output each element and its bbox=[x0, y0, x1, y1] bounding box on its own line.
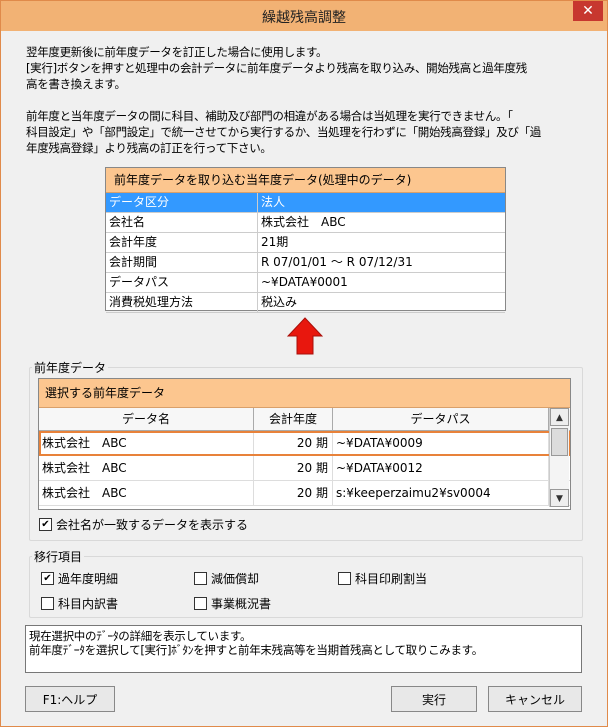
run-button[interactable]: 実行 bbox=[391, 686, 477, 712]
cell-name: 株式会社 ABC bbox=[39, 481, 254, 505]
row-value: 税込み bbox=[261, 295, 298, 309]
current-data-row[interactable]: 会社名 株式会社 ABC bbox=[106, 213, 505, 233]
scroll-down-icon[interactable]: ▼ bbox=[550, 489, 569, 507]
checkbox-label: 科目印刷割当 bbox=[355, 572, 428, 586]
close-icon[interactable]: ✕ bbox=[573, 1, 603, 21]
current-data-panel: 前年度データを取り込む当年度データ(処理中のデータ) データ区分 法人 会社名 … bbox=[105, 167, 506, 313]
cell-year: 20 期 bbox=[254, 431, 333, 455]
window-title: 繰越残高調整 bbox=[262, 10, 346, 26]
checkbox-label: 減価償却 bbox=[211, 572, 260, 586]
description-text: 翌年度更新後に前年度データを訂正した場合に使用します。 [実行]ボタンを押すと処… bbox=[26, 44, 591, 156]
status-line: 前年度ﾃﾞｰﾀを選択して[実行]ﾎﾞﾀﾝを押すと前年末残高等を当期首残高として取… bbox=[29, 643, 483, 657]
cell-name: 株式会社 ABC bbox=[39, 456, 254, 480]
row-value: 株式会社 ABC bbox=[261, 215, 346, 229]
checkbox-account-breakdown[interactable]: 科目内訳書 bbox=[41, 595, 118, 612]
dialog-window: 繰越残高調整 ✕ 翌年度更新後に前年度データを訂正した場合に使用します。 [実行… bbox=[0, 0, 608, 727]
checkbox-label: 科目内訳書 bbox=[58, 597, 119, 611]
current-data-header: 前年度データを取り込む当年度データ(処理中のデータ) bbox=[106, 168, 505, 193]
row-key: データパス bbox=[106, 273, 258, 292]
scroll-up-icon[interactable]: ▲ bbox=[550, 408, 569, 426]
description-line: [実行]ボタンを押すと処理中の会計データに前年度データより残高を取り込み、開始残… bbox=[26, 61, 527, 75]
checkbox-label: 会社名が一致するデータを表示する bbox=[56, 518, 249, 532]
previous-data-header: 選択する前年度データ bbox=[39, 379, 570, 408]
cell-path: s:¥keeperzaimu2¥sv0004 bbox=[333, 481, 549, 505]
cancel-button[interactable]: キャンセル bbox=[488, 686, 582, 712]
checkbox-business-overview[interactable]: 事業概況書 bbox=[194, 595, 271, 612]
checkbox-label: 事業概況書 bbox=[211, 597, 272, 611]
previous-data-table: 選択する前年度データ データ名 会計年度 データパス 株式会社 ABC 20 期… bbox=[38, 378, 571, 510]
description-line: 高を書き換えます。 bbox=[26, 77, 126, 91]
up-arrow-icon bbox=[287, 317, 323, 355]
row-value: ~¥DATA¥0001 bbox=[261, 275, 348, 289]
description-line: 翌年度更新後に前年度データを訂正した場合に使用します。 bbox=[26, 45, 328, 59]
table-row[interactable]: 株式会社 ABC 20 期 s:¥keeperzaimu2¥sv0004 bbox=[39, 481, 570, 506]
cell-year: 20 期 bbox=[254, 456, 333, 480]
checkbox-prior-year-detail[interactable]: ✔ 過年度明細 bbox=[41, 570, 118, 587]
table-row[interactable]: 株式会社 ABC 20 期 ~¥DATA¥0012 bbox=[39, 456, 570, 481]
row-key: 消費税処理方法 bbox=[106, 293, 258, 312]
check-icon[interactable]: ✔ bbox=[39, 518, 52, 531]
row-key: 会計年度 bbox=[106, 233, 258, 252]
cell-path: ~¥DATA¥0009 bbox=[333, 431, 549, 455]
row-key: 会計期間 bbox=[106, 253, 258, 272]
checkbox-depreciation[interactable]: 減価償却 bbox=[194, 570, 259, 587]
current-data-row[interactable]: 会計年度 21期 bbox=[106, 233, 505, 253]
current-data-row[interactable]: 会計期間 R 07/01/01 ～ R 07/12/31 bbox=[106, 253, 505, 273]
checkbox-label: 過年度明細 bbox=[58, 572, 119, 586]
scroll-thumb[interactable] bbox=[551, 428, 568, 456]
current-data-row[interactable]: データパス ~¥DATA¥0001 bbox=[106, 273, 505, 293]
table-header: データ名 会計年度 データパス bbox=[39, 408, 570, 431]
row-key: 会社名 bbox=[106, 213, 258, 232]
row-key: データ区分 bbox=[106, 193, 258, 212]
checkbox-box[interactable] bbox=[194, 597, 207, 610]
table-row[interactable]: 株式会社 ABC 20 期 ~¥DATA¥0009 bbox=[39, 431, 570, 456]
current-data-row[interactable]: データ区分 法人 bbox=[106, 193, 505, 213]
column-header-name[interactable]: データ名 bbox=[39, 408, 254, 430]
status-message-box: 現在選択中のﾃﾞｰﾀの詳細を表示しています。 前年度ﾃﾞｰﾀを選択して[実行]ﾎ… bbox=[25, 625, 582, 673]
description-line: 前年度と当年度データの間に科目、補助及び部門の相違がある場合は当処理を実行できま… bbox=[26, 109, 513, 123]
checkbox-account-print-assignment[interactable]: 科目印刷割当 bbox=[338, 570, 427, 587]
match-company-checkbox[interactable]: ✔ 会社名が一致するデータを表示する bbox=[39, 516, 248, 533]
cell-name: 株式会社 ABC bbox=[39, 431, 254, 455]
checkbox-box[interactable] bbox=[194, 572, 207, 585]
check-icon[interactable]: ✔ bbox=[41, 572, 54, 585]
previous-data-group-label: 前年度データ bbox=[32, 359, 109, 376]
checkbox-box[interactable] bbox=[338, 572, 351, 585]
vertical-scrollbar[interactable]: ▲ ▼ bbox=[549, 408, 569, 507]
title-bar[interactable]: 繰越残高調整 ✕ bbox=[1, 1, 607, 31]
checkbox-box[interactable] bbox=[41, 597, 54, 610]
cell-path: ~¥DATA¥0012 bbox=[333, 456, 549, 480]
transfer-items-group-label: 移行項目 bbox=[32, 548, 85, 565]
column-header-path[interactable]: データパス bbox=[333, 408, 549, 430]
status-line: 現在選択中のﾃﾞｰﾀの詳細を表示しています。 bbox=[29, 629, 252, 643]
current-data-row[interactable]: 消費税処理方法 税込み bbox=[106, 293, 505, 313]
row-value: 21期 bbox=[261, 235, 289, 249]
cell-year: 20 期 bbox=[254, 481, 333, 505]
help-button[interactable]: F1:ヘルプ bbox=[25, 686, 115, 712]
column-header-year[interactable]: 会計年度 bbox=[254, 408, 333, 430]
description-line: 科目設定」や「部門設定」で統一させてから実行するか、当処理を行わずに「開始残高登… bbox=[26, 125, 541, 139]
row-value: R 07/01/01 ～ R 07/12/31 bbox=[261, 255, 413, 269]
description-line: 年度残高登録」より残高の訂正を行って下さい。 bbox=[26, 141, 272, 155]
row-value: 法人 bbox=[261, 195, 286, 209]
